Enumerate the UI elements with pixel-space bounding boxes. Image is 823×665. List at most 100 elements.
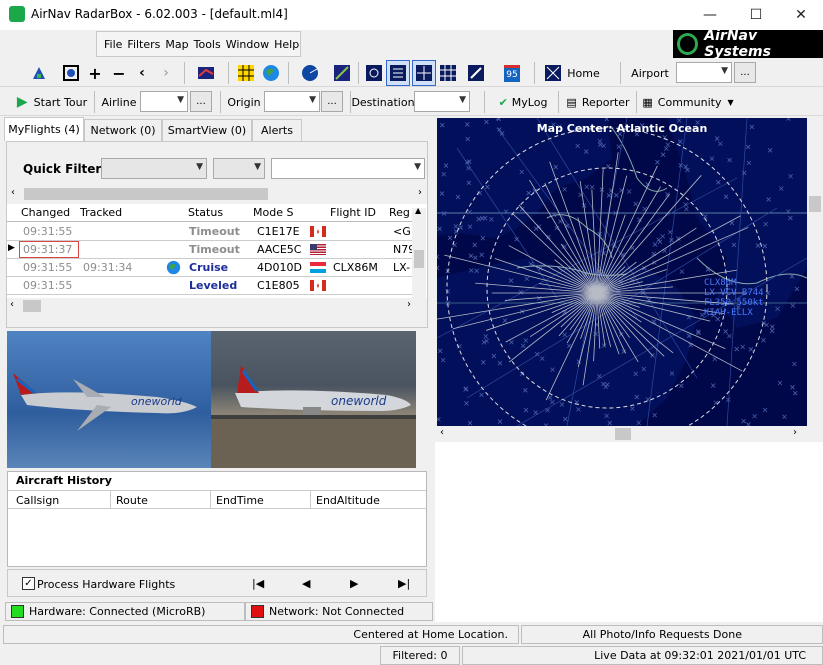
table-row[interactable]: 09:31:55 09:31:34 Cruise 4D010D CLX86M L… <box>7 259 417 277</box>
start-tour-button[interactable]: ▶ Start Tour <box>12 91 92 113</box>
first-frame-button[interactable]: |◀ <box>252 577 264 590</box>
process-hw-checkbox[interactable]: ✓ <box>22 577 35 590</box>
tab-network[interactable]: Network (0) <box>84 119 162 141</box>
radar-icon[interactable] <box>296 62 324 84</box>
grid-icon[interactable] <box>236 62 256 84</box>
flights-grid: Changed Tracked Status Mode S Flight ID … <box>7 204 427 314</box>
logo-text: AirNav Systems <box>704 28 771 60</box>
menu-map[interactable]: Map <box>165 38 188 51</box>
table-row[interactable]: 09:31:55 Timeout C1E17E <G <box>7 223 417 241</box>
zoom-fit-icon[interactable] <box>60 62 82 84</box>
airport-label: Airport <box>631 66 669 80</box>
chevron-down-icon: ▼ <box>727 97 734 107</box>
list-view-icon[interactable] <box>386 60 410 86</box>
mylog-button[interactable]: ✔ MyLog <box>494 91 552 113</box>
photo-status: All Photo/Info Requests Done <box>521 625 823 644</box>
maximize-button[interactable]: ☐ <box>733 0 779 30</box>
app-icon <box>9 6 25 22</box>
history-col-endaltitude[interactable]: EndAltitude <box>316 494 380 507</box>
col-changed[interactable]: Changed <box>21 206 70 219</box>
map-caption: Map Center: Atlantic Ocean <box>536 122 708 135</box>
highway-icon[interactable]: 95 <box>498 62 526 84</box>
center-icon[interactable] <box>364 62 384 84</box>
table-icon[interactable] <box>438 62 458 84</box>
destination-label: Destination <box>351 95 415 109</box>
tab-myflights[interactable]: MyFlights (4) <box>4 117 84 141</box>
menu-tools[interactable]: Tools <box>194 38 221 51</box>
history-col-callsign[interactable]: Callsign <box>16 494 59 507</box>
back-icon[interactable]: ‹ <box>134 62 150 84</box>
canada-flag-icon <box>310 280 326 291</box>
radar-map[interactable] <box>437 118 807 426</box>
destination-combo[interactable]: ▼ <box>414 91 470 112</box>
col-reg[interactable]: Reg <box>389 206 410 219</box>
aircraft-history-panel: Aircraft History Callsign Route EndTime … <box>7 471 427 567</box>
airport-icon[interactable] <box>462 62 490 84</box>
table-row[interactable]: ▶ 09:31:37 Timeout AACE5C N79 <box>7 241 417 259</box>
history-col-endtime[interactable]: EndTime <box>216 494 264 507</box>
tab-alerts[interactable]: Alerts <box>252 119 302 141</box>
menu-window[interactable]: Window <box>226 38 269 51</box>
col-tracked[interactable]: Tracked <box>80 206 122 219</box>
playback-bar: ✓ Process Hardware Flights |◀ ◀ ▶ ▶| <box>7 569 427 597</box>
crosshair-icon[interactable] <box>412 60 436 86</box>
aircraft-photo-2: oneworld <box>211 331 416 468</box>
zoom-in-icon[interactable]: + <box>86 62 104 84</box>
home-icon <box>545 65 562 81</box>
grid-horizontal-scrollbar[interactable]: ‹ › <box>7 298 427 314</box>
history-col-route[interactable]: Route <box>116 494 148 507</box>
upper-scrollbar[interactable]: ‹ › <box>8 186 426 202</box>
process-hw-label: Process Hardware Flights <box>37 578 176 591</box>
quick-filter-operator-combo[interactable]: ▼ <box>213 158 265 179</box>
play-icon: ▶ <box>16 94 28 110</box>
community-icon: ▦ <box>642 95 653 109</box>
svg-text:oneworld: oneworld <box>131 395 183 408</box>
origin-browse-button[interactable]: ... <box>321 91 343 112</box>
airnav-logo: AirNav Systems <box>673 28 823 60</box>
map-horizontal-scrollbar[interactable]: ‹ › <box>437 426 823 442</box>
airline-browse-button[interactable]: ... <box>190 91 212 112</box>
filter-toolbar: ▶ Start Tour Airline ▼ ... Origin ▼ ... D… <box>0 88 823 116</box>
history-title: Aircraft History <box>16 474 112 487</box>
col-flight-id[interactable]: Flight ID <box>330 206 376 219</box>
menu-bar: File Filters Map Tools Window Help <box>96 31 301 57</box>
globe-icon[interactable] <box>261 62 281 84</box>
logo-ring-icon <box>677 33 699 55</box>
minimize-button[interactable]: — <box>687 0 733 30</box>
map-vertical-scrollbar[interactable] <box>807 118 823 426</box>
menu-help[interactable]: Help <box>274 38 299 51</box>
community-button[interactable]: ▦ Community ▼ <box>642 91 734 113</box>
hardware-led-icon <box>11 605 24 618</box>
origin-combo[interactable]: ▼ <box>264 91 320 112</box>
col-mode-s[interactable]: Mode S <box>253 206 293 219</box>
map-layer-icon[interactable] <box>192 62 220 84</box>
prev-frame-button[interactable]: ◀ <box>302 577 310 590</box>
grid-vertical-scrollbar[interactable]: ▲ <box>412 206 426 298</box>
hardware-status: Hardware: Connected (MicroRB) <box>5 602 245 621</box>
menu-filters[interactable]: Filters <box>127 38 160 51</box>
next-frame-button[interactable]: ▶ <box>350 577 358 590</box>
home-button[interactable]: Home <box>542 62 602 84</box>
aircraft-select-icon[interactable] <box>26 62 52 84</box>
quick-filter-field-combo[interactable]: ▼ <box>101 158 207 179</box>
aircraft-data-label[interactable]: CLX86M LX-VCV B744 FL350 550kt KIAH-ELLX <box>704 278 764 318</box>
luxembourg-flag-icon <box>310 262 326 273</box>
tab-smartview[interactable]: SmartView (0) <box>162 119 252 141</box>
window-title: AirNav RadarBox - 6.02.003 - [default.ml… <box>31 7 288 21</box>
col-status[interactable]: Status <box>188 206 223 219</box>
airline-combo[interactable]: ▼ <box>140 91 188 112</box>
quick-filter-value-combo[interactable]: ▼ <box>271 158 425 179</box>
forward-icon[interactable]: › <box>158 62 174 84</box>
route-icon[interactable] <box>332 62 352 84</box>
map-toolbar: + − ‹ › 95 Home Airport ▼ ... <box>0 59 823 87</box>
airport-combo[interactable]: ▼ <box>676 62 732 83</box>
close-button[interactable]: ✕ <box>778 0 823 30</box>
last-frame-button[interactable]: ▶| <box>398 577 410 590</box>
airport-browse-button[interactable]: ... <box>734 62 756 83</box>
reporter-button[interactable]: ▤ Reporter <box>566 91 630 113</box>
globe-icon <box>166 260 181 275</box>
menu-file[interactable]: File <box>104 38 122 51</box>
table-row[interactable]: 09:31:55 Leveled C1E805 <box>7 277 417 295</box>
zoom-out-icon[interactable]: − <box>110 62 128 84</box>
network-led-icon <box>251 605 264 618</box>
